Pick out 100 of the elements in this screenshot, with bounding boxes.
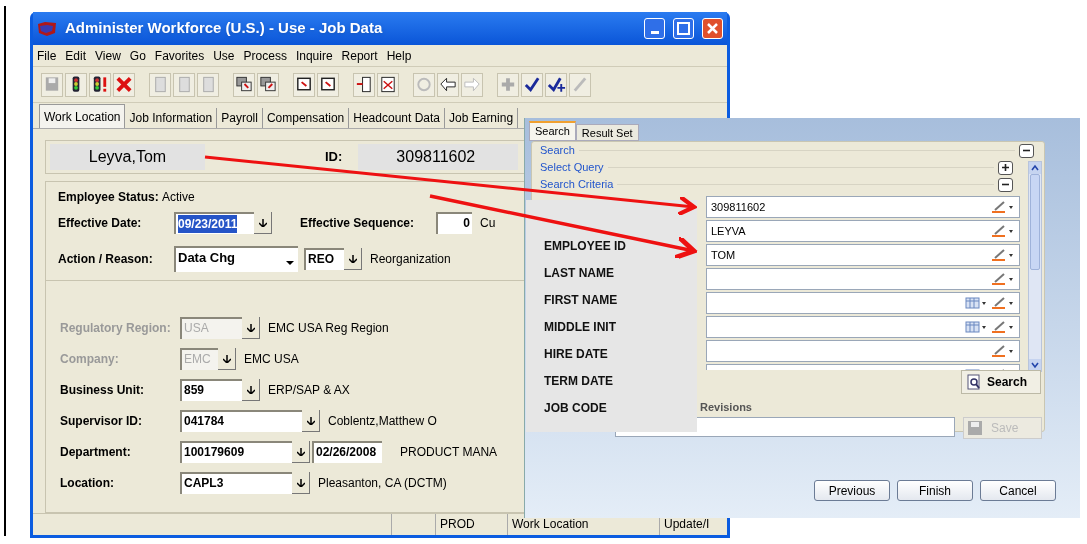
- lookup-button[interactable]: [242, 317, 260, 339]
- toolbar-button[interactable]: [233, 72, 255, 97]
- input-field[interactable]: 100179609: [180, 441, 292, 463]
- input-field[interactable]: 859: [180, 379, 242, 401]
- close-icon: [707, 23, 718, 34]
- lookup-icon: [222, 354, 231, 363]
- lookup-icon: [306, 416, 315, 425]
- criteria-field[interactable]: [706, 292, 1020, 314]
- lookup-button[interactable]: [302, 410, 320, 432]
- tab[interactable]: Job Earning: [445, 108, 519, 128]
- tab[interactable]: Headcount Data: [349, 108, 445, 128]
- criteria-label: LAST NAME: [544, 265, 615, 281]
- menu-item[interactable]: Help: [386, 46, 412, 65]
- toolbar-button[interactable]: [257, 72, 279, 97]
- minimize-button[interactable]: [644, 18, 665, 39]
- input-field[interactable]: REO: [304, 248, 344, 270]
- lookup-button[interactable]: [344, 248, 362, 270]
- field-label: Company:: [60, 351, 120, 368]
- input-field[interactable]: 0: [436, 212, 472, 234]
- criteria-field[interactable]: TOM: [706, 244, 1020, 266]
- lookup-button[interactable]: [242, 379, 260, 401]
- lookup-button[interactable]: [254, 212, 272, 234]
- criteria-field[interactable]: [706, 268, 1020, 290]
- menu-item[interactable]: Inquire: [295, 46, 333, 65]
- input-field[interactable]: 02/26/2008: [312, 441, 382, 463]
- status-cell: PROD: [435, 514, 507, 535]
- menu-item[interactable]: Go: [129, 46, 146, 65]
- toolbar-button[interactable]: [317, 72, 339, 97]
- maximize-button[interactable]: [673, 18, 694, 39]
- tab[interactable]: Payroll: [217, 108, 263, 128]
- lookup-icon: [348, 254, 357, 263]
- lookup-button[interactable]: [292, 441, 310, 463]
- action-dropdown[interactable]: Data Chg: [174, 246, 298, 272]
- field-description: Reorganization: [370, 251, 451, 268]
- section-header[interactable]: Search Criteria: [540, 176, 614, 193]
- plus-icon: [1001, 163, 1010, 172]
- field-label: Regulatory Region:: [60, 320, 172, 337]
- field-label: Action / Reason:: [58, 251, 154, 268]
- section-header[interactable]: Select Query: [540, 159, 604, 176]
- app-icon: [37, 20, 57, 37]
- criteria-field[interactable]: LEYVA: [706, 220, 1020, 242]
- tab[interactable]: Work Location: [39, 104, 126, 128]
- section-header[interactable]: Search: [540, 142, 575, 159]
- menu-item[interactable]: File: [37, 46, 57, 65]
- dialog-button[interactable]: Finish: [897, 480, 973, 501]
- field-label: Supervisor ID:: [60, 413, 144, 430]
- scrollbar[interactable]: [1028, 161, 1042, 372]
- toolbar-button[interactable]: [89, 72, 111, 97]
- menu-item[interactable]: Report: [341, 46, 378, 65]
- lookup-icon: [246, 385, 255, 394]
- field-label: Department:: [60, 444, 132, 461]
- maximize-icon: [677, 22, 690, 35]
- x-icon: [114, 74, 134, 95]
- scroll-up-icon: [1029, 162, 1041, 174]
- tab[interactable]: Search: [529, 121, 576, 141]
- scroll-thumb[interactable]: [1030, 173, 1040, 270]
- collapse-button[interactable]: [998, 177, 1013, 192]
- employee-id: 309811602: [358, 144, 519, 170]
- expand-button[interactable]: [998, 160, 1013, 175]
- field-description: ERP/SAP & AX: [268, 382, 350, 399]
- menu-item[interactable]: Use: [213, 46, 235, 65]
- toolbar-button[interactable]: [521, 72, 543, 97]
- minimize-icon: [650, 31, 659, 34]
- menu-item[interactable]: View: [95, 46, 121, 65]
- toolbar-button[interactable]: [377, 72, 399, 97]
- criteria-field[interactable]: [706, 316, 1020, 338]
- window-title: Administer Workforce (U.S.) - Use - Job Data: [65, 18, 384, 39]
- criteria-label: MIDDLE INIT: [544, 319, 617, 335]
- toolbar-button[interactable]: [65, 72, 87, 97]
- close-button[interactable]: [702, 18, 723, 39]
- lookup-button[interactable]: [292, 472, 310, 494]
- dialog-button[interactable]: Previous: [814, 480, 890, 501]
- input-field[interactable]: 09/23/2011: [174, 212, 254, 234]
- id-label: ID:: [325, 148, 343, 167]
- lookup-icon: [258, 218, 267, 227]
- menu-item[interactable]: Process: [243, 46, 287, 65]
- input-field[interactable]: CAPL3: [180, 472, 292, 494]
- toolbar-button[interactable]: [293, 72, 315, 97]
- scroll-down-icon: [1029, 359, 1041, 371]
- criteria-field[interactable]: 309811602: [706, 196, 1020, 218]
- toolbar-button[interactable]: [437, 72, 459, 97]
- tab[interactable]: Result Set: [575, 124, 639, 141]
- tab[interactable]: Compensation: [262, 108, 350, 128]
- field-label: Effective Date:: [58, 215, 143, 232]
- lookup-button[interactable]: [218, 348, 236, 370]
- menu-item[interactable]: Favorites: [154, 46, 205, 65]
- field-value: LEYVA: [711, 223, 747, 239]
- input-field[interactable]: 041784: [180, 410, 302, 432]
- collapse-button[interactable]: [1019, 143, 1034, 158]
- search-button[interactable]: Search: [961, 370, 1041, 394]
- dialog-button[interactable]: Cancel: [980, 480, 1056, 501]
- toolbar-button[interactable]: [545, 72, 567, 97]
- field-description: EMC USA: [244, 351, 299, 368]
- criteria-label: FIRST NAME: [544, 292, 619, 308]
- toolbar-button[interactable]: [353, 72, 375, 97]
- tab[interactable]: Job Information: [125, 108, 218, 128]
- field-label: Business Unit:: [60, 382, 145, 399]
- criteria-field[interactable]: [706, 340, 1020, 362]
- criteria-label: HIRE DATE: [544, 346, 609, 362]
- menu-item[interactable]: Edit: [65, 46, 87, 65]
